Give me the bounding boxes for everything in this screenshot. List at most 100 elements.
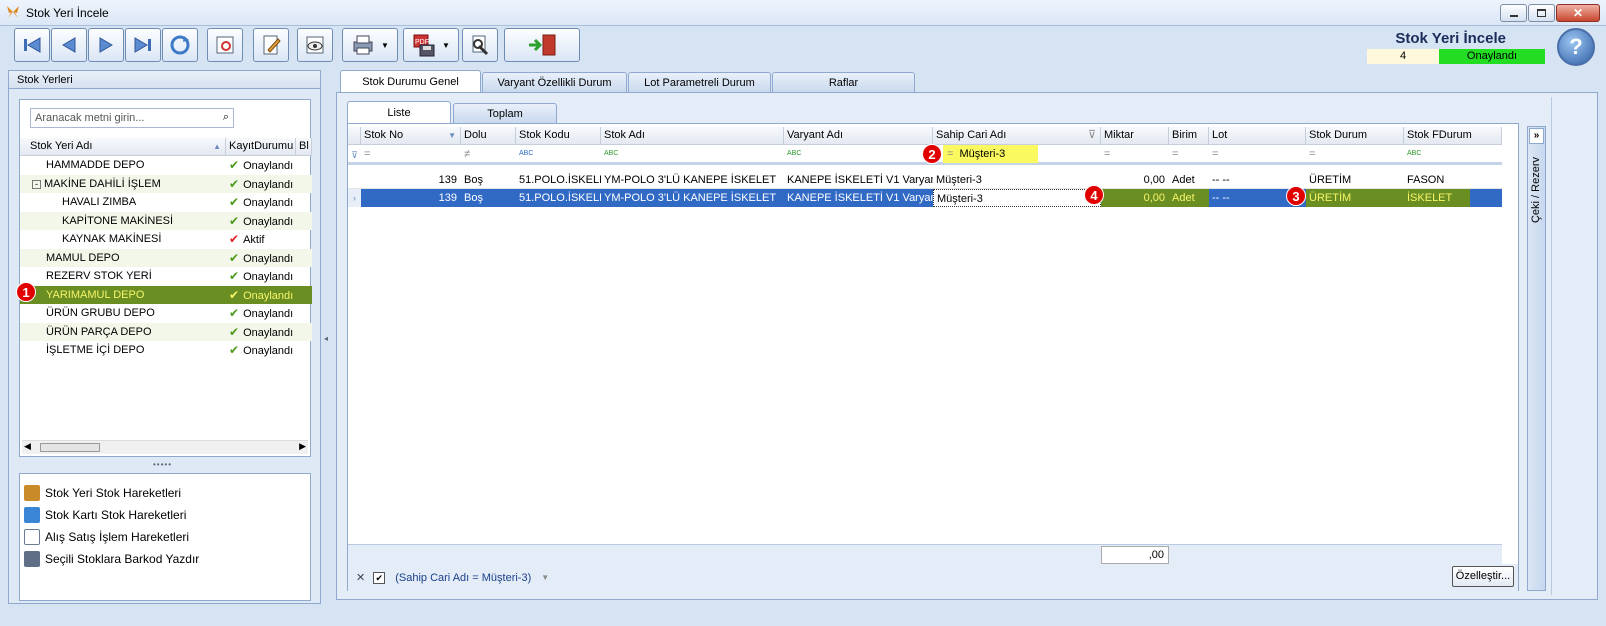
export-dropdown-icon[interactable]: ▼: [442, 41, 450, 50]
tab-stock-general[interactable]: Stok Durumu Genel: [340, 70, 481, 92]
print-dropdown-icon[interactable]: ▼: [381, 41, 389, 50]
help-button[interactable]: ?: [1557, 28, 1595, 66]
approved-check-icon: ✔: [229, 343, 240, 358]
tree-row[interactable]: HAVALI ZIMBA ✔ Onaylandı: [20, 193, 312, 212]
record-number: 4: [1367, 49, 1439, 64]
tab-shelves[interactable]: Raflar: [772, 72, 915, 92]
col-stok-adi[interactable]: Stok Adı: [601, 127, 784, 145]
filter-dropdown-icon[interactable]: ▼: [541, 573, 549, 582]
edit-button[interactable]: [253, 28, 289, 62]
filter-varyant-adi[interactable]: ABC: [784, 145, 933, 163]
col-header-status[interactable]: KayıtDurumu: [226, 138, 296, 156]
close-button[interactable]: ✕: [1556, 4, 1600, 22]
filter-stok-adi[interactable]: ABC: [601, 145, 784, 163]
filter-birim[interactable]: =: [1169, 145, 1209, 163]
tree-row[interactable]: HAMMADDE DEPO ✔ Onaylandı: [20, 156, 312, 175]
filter-stok-durum[interactable]: =: [1306, 145, 1404, 163]
search-input[interactable]: Aranacak metni girin...: [35, 112, 144, 124]
col-dolu[interactable]: Dolu: [461, 127, 516, 145]
col-stok-fdurum[interactable]: Stok FDurum: [1404, 127, 1502, 145]
approved-check-icon: ✔: [229, 324, 240, 339]
subtab-list[interactable]: Liste: [347, 101, 451, 123]
approved-check-icon: ✔: [229, 158, 240, 173]
actions-panel: Stok Yeri Stok Hareketleri Stok Kartı St…: [19, 473, 311, 601]
filter-stok-kodu[interactable]: ABC: [516, 145, 601, 163]
tab-variant[interactable]: Varyant Özellikli Durum: [482, 72, 627, 92]
scroll-left-icon[interactable]: ◀: [24, 441, 31, 452]
tree-row[interactable]: ÜRÜN PARÇA DEPO ✔ Onaylandı: [20, 322, 312, 341]
splitter-grip[interactable]: •••••: [153, 460, 172, 469]
exit-button[interactable]: [504, 28, 580, 62]
approved-check-icon: ✔: [229, 269, 240, 284]
collapse-left-icon[interactable]: ◂: [324, 334, 328, 343]
active-check-icon: ✔: [229, 232, 240, 247]
subtab-total[interactable]: Toplam: [453, 103, 557, 123]
tree-row[interactable]: - MAKİNE DAHİLİ İŞLEM ✔ Onaylandı: [20, 174, 312, 193]
edit-icon: [263, 35, 281, 55]
filter-stok-no[interactable]: =: [361, 145, 461, 163]
tree-row[interactable]: ÜRÜN GRUBU DEPO ✔ Onaylandı: [20, 304, 312, 323]
filter-enable-checkbox[interactable]: ✔: [373, 571, 386, 584]
annotation-badge-2: 2: [922, 144, 942, 164]
col-stok-durum[interactable]: Stok Durum: [1306, 127, 1404, 145]
filter-icon: ⊽: [1087, 129, 1096, 141]
collapse-icon[interactable]: -: [32, 179, 41, 189]
footer-sum-miktar: ,00: [1101, 546, 1169, 564]
filter-lot[interactable]: =: [1209, 145, 1306, 163]
export-button[interactable]: PDF ▼: [403, 28, 459, 62]
col-stok-no[interactable]: Stok No ▼: [361, 127, 461, 145]
tree-row[interactable]: REZERV STOK YERİ ✔ Onaylandı: [20, 267, 312, 286]
tools-button[interactable]: [462, 28, 498, 62]
scroll-right-icon[interactable]: ▶: [299, 441, 306, 452]
clear-filter-icon[interactable]: ✕: [356, 571, 365, 584]
last-record-button[interactable]: [125, 28, 161, 62]
next-record-button[interactable]: [88, 28, 124, 62]
tree-row[interactable]: KAPİTONE MAKİNESİ ✔ Onaylandı: [20, 211, 312, 230]
filter-miktar[interactable]: =: [1101, 145, 1169, 163]
filter-stok-fdurum[interactable]: ABC: [1404, 145, 1502, 163]
col-birim[interactable]: Birim: [1169, 127, 1209, 145]
table-row-selected[interactable]: › 139 Boş 51.POLO.İSKELET YM-POLO 3'LÜ K…: [348, 189, 1502, 207]
tab-lot[interactable]: Lot Parametreli Durum: [628, 72, 771, 92]
customize-button[interactable]: Özelleştir...: [1452, 566, 1514, 587]
minimize-icon: [1509, 15, 1518, 17]
tree-row[interactable]: MAMUL DEPO ✔ Onaylandı: [20, 248, 312, 267]
col-stok-kodu[interactable]: Stok Kodu: [516, 127, 601, 145]
refresh-button[interactable]: [162, 28, 198, 62]
col-header-bl[interactable]: Bl: [296, 138, 312, 156]
link-barcode-print[interactable]: Seçili Stoklara Barkod Yazdır: [20, 548, 310, 570]
tree-row[interactable]: KAYNAK MAKİNESİ ✔ Aktif: [20, 230, 312, 249]
maximize-button[interactable]: [1528, 4, 1555, 22]
filter-text[interactable]: (Sahip Cari Adı = Müşteri-3): [395, 572, 531, 584]
col-sahip-cari[interactable]: Sahip Cari Adı ⊽: [933, 127, 1101, 145]
print-button[interactable]: ▼: [342, 28, 398, 62]
link-purchase-sales[interactable]: Alış Satış İşlem Hareketleri: [20, 526, 310, 548]
prev-record-button[interactable]: [51, 28, 87, 62]
expand-panel-icon[interactable]: »: [1529, 128, 1544, 144]
tree-row[interactable]: İŞLETME İÇİ DEPO ✔ Onaylandı: [20, 341, 312, 360]
link-card-movements[interactable]: Stok Kartı Stok Hareketleri: [20, 504, 310, 526]
view-button[interactable]: [207, 28, 243, 62]
filter-dolu[interactable]: ≠: [461, 145, 516, 163]
status-badge: Onaylandı: [1439, 49, 1545, 64]
col-lot[interactable]: Lot: [1209, 127, 1306, 145]
first-record-button[interactable]: [14, 28, 50, 62]
col-miktar[interactable]: Miktar: [1101, 127, 1169, 145]
col-header-name[interactable]: Stok Yeri Adı ▲: [20, 138, 226, 156]
locations-tree: Aranacak metni girin... ⌕ Stok Yeri Adı ▲…: [19, 99, 312, 457]
search-box[interactable]: Aranacak metni girin... ⌕: [30, 108, 234, 128]
table-row[interactable]: 139 Boş 51.POLO.İSKELET YM-POLO 3'LÜ KAN…: [348, 171, 1502, 189]
horizontal-scrollbar[interactable]: ◀ ▶: [22, 440, 308, 454]
minimize-button[interactable]: [1500, 4, 1527, 22]
filter-sahip-cari[interactable]: = Müşteri-3: [933, 144, 1101, 163]
scrollbar-thumb[interactable]: [40, 443, 100, 452]
tab-content: Liste Toplam Stok No ▼ Dolu Stok Kodu Sto…: [336, 92, 1598, 600]
print-icon: [353, 35, 373, 55]
link-location-movements[interactable]: Stok Yeri Stok Hareketleri: [20, 482, 310, 504]
exit-icon: [529, 34, 556, 56]
preview-button[interactable]: [297, 28, 333, 62]
side-panel-cekirezerv[interactable]: » Çeki / Rezerv: [1527, 126, 1546, 591]
tree-row-selected[interactable]: YARIMAMUL DEPO ✔ Onaylandı: [20, 285, 312, 304]
col-varyant-adi[interactable]: Varyant Adı: [784, 127, 933, 145]
approved-check-icon: ✔: [229, 195, 240, 210]
